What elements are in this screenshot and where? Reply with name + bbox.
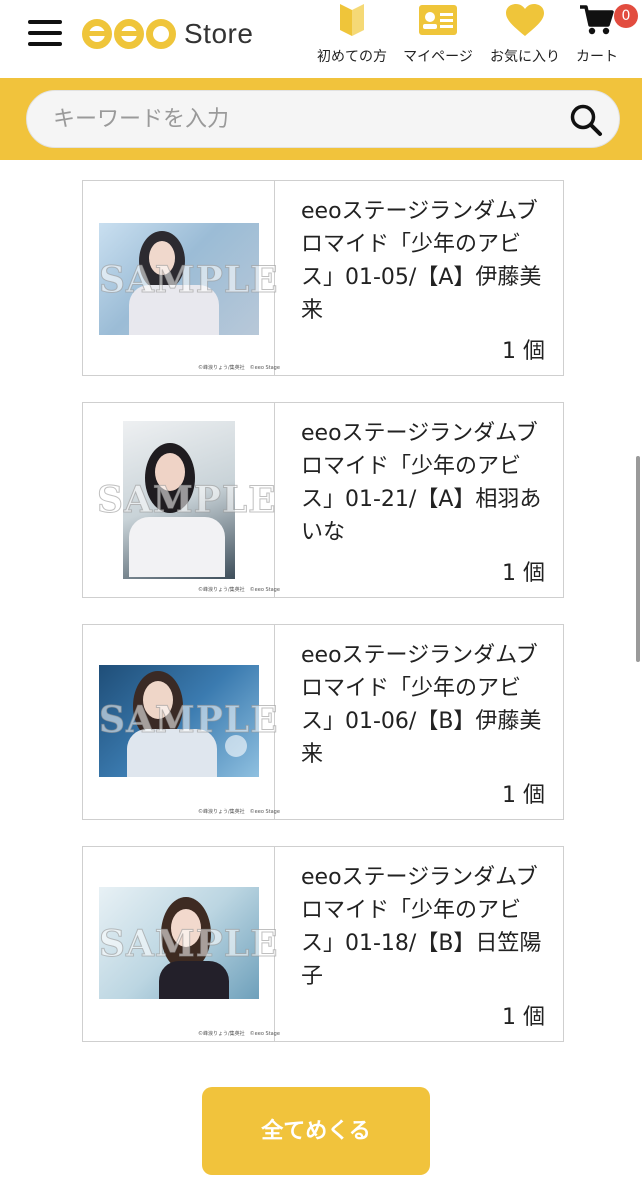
product-card[interactable]: SAMPLE ©峰浪りょう/集英社 ©eeo Stage eeoステージランダム… <box>82 846 564 1042</box>
view-all-button[interactable]: 全てめくる <box>202 1087 430 1175</box>
nav-favorites-label: お気に入り <box>490 49 560 65</box>
header: Store 初めての方 マイページ お気に入り 0 カート <box>0 0 642 78</box>
sample-watermark: SAMPLE <box>99 923 279 966</box>
beginner-mark-icon <box>312 0 392 40</box>
product-quantity: 1 個 <box>502 1005 545 1030</box>
search-icon[interactable] <box>569 103 603 137</box>
nav-favorites[interactable]: お気に入り <box>484 0 566 66</box>
product-title[interactable]: eeoステージランダムブロマイド「少年のアビス」01-21/【A】相羽あいな <box>301 417 551 549</box>
product-thumbnail[interactable]: SAMPLE ©峰浪りょう/集英社 ©eeo Stage <box>83 847 280 1041</box>
product-quantity: 1 個 <box>502 561 545 586</box>
image-credit: ©峰浪りょう/集英社 ©eeo Stage <box>198 1031 280 1037</box>
heart-icon <box>484 0 566 40</box>
eeo-store-logo[interactable]: Store <box>82 16 253 52</box>
cart-count-badge: 0 <box>614 4 638 28</box>
menu-icon[interactable] <box>28 20 62 46</box>
cart-icon: 0 <box>570 0 638 40</box>
product-title[interactable]: eeoステージランダムブロマイド「少年のアビス」01-05/【A】伊藤美来 <box>301 195 551 327</box>
sample-watermark: SAMPLE <box>97 479 277 522</box>
product-quantity: 1 個 <box>502 339 545 364</box>
image-credit: ©峰浪りょう/集英社 ©eeo Stage <box>198 809 280 815</box>
product-thumbnail[interactable]: SAMPLE ©峰浪りょう/集英社 ©eeo Stage <box>83 625 280 819</box>
scrollbar[interactable] <box>636 456 640 662</box>
nav-cart-label: カート <box>576 49 618 65</box>
sample-watermark: SAMPLE <box>99 259 279 302</box>
nav-beginner-label: 初めての方 <box>317 49 387 65</box>
product-thumbnail[interactable]: SAMPLE ©峰浪りょう/集英社 ©eeo Stage <box>83 181 280 375</box>
product-card[interactable]: SAMPLE ©峰浪りょう/集英社 ©eeo Stage eeoステージランダム… <box>82 180 564 376</box>
product-thumbnail[interactable]: SAMPLE ©峰浪りょう/集英社 ©eeo Stage <box>83 403 280 597</box>
product-title[interactable]: eeoステージランダムブロマイド「少年のアビス」01-18/【B】日笠陽子 <box>301 861 551 993</box>
product-card[interactable]: SAMPLE ©峰浪りょう/集英社 ©eeo Stage eeoステージランダム… <box>82 402 564 598</box>
nav-mypage[interactable]: マイページ <box>398 0 478 66</box>
nav-mypage-label: マイページ <box>403 49 473 65</box>
logo-text: Store <box>184 18 254 49</box>
product-quantity: 1 個 <box>502 783 545 808</box>
product-card[interactable]: SAMPLE ©峰浪りょう/集英社 ©eeo Stage eeoステージランダム… <box>82 624 564 820</box>
id-card-icon <box>398 0 478 40</box>
image-credit: ©峰浪りょう/集英社 ©eeo Stage <box>198 587 280 593</box>
nav-beginner[interactable]: 初めての方 <box>312 0 392 66</box>
search-input[interactable] <box>53 91 573 147</box>
product-title[interactable]: eeoステージランダムブロマイド「少年のアビス」01-06/【B】伊藤美来 <box>301 639 551 771</box>
search-bar <box>0 78 642 160</box>
sample-watermark: SAMPLE <box>99 699 279 742</box>
search-box <box>26 90 620 148</box>
nav-cart[interactable]: 0 カート <box>570 0 638 66</box>
image-credit: ©峰浪りょう/集英社 ©eeo Stage <box>198 365 280 371</box>
